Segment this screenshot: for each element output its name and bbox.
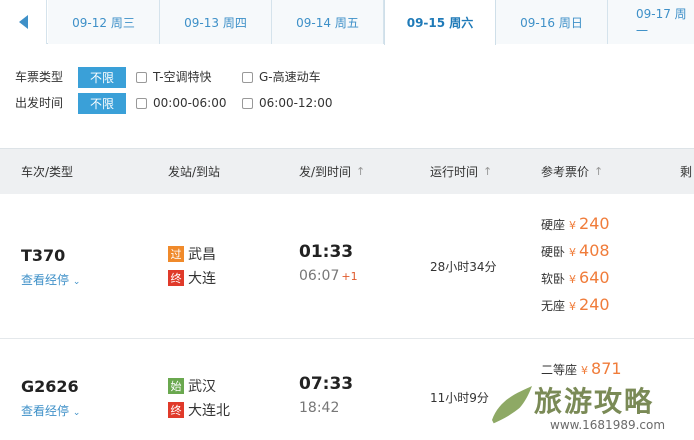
from-station: 始 武汉 <box>168 376 216 396</box>
checkbox-icon <box>136 97 147 109</box>
to-station: 终 大连 <box>168 268 216 288</box>
to-station: 终 大连北 <box>168 400 230 420</box>
train-number[interactable]: T370 <box>21 246 65 265</box>
col-remain-header: 剩 <box>680 165 693 179</box>
filter-time2-label: 06:00-12:00 <box>259 96 333 110</box>
checkbox-icon <box>242 97 253 109</box>
date-tab-0916[interactable]: 09-16 周日 <box>496 0 608 44</box>
sort-arrow-icon: ↑ <box>483 165 493 178</box>
end-badge: 终 <box>168 270 184 286</box>
price-item: 软卧 ¥640 <box>541 268 610 287</box>
train-number[interactable]: G2626 <box>21 377 79 396</box>
price-item: 二等座 ¥871 <box>541 359 622 378</box>
next-day-badge: +1 <box>341 270 358 283</box>
date-tab-0913[interactable]: 09-13 周四 <box>160 0 272 44</box>
ticket-type-all-chip[interactable]: 不限 <box>78 66 126 88</box>
run-duration: 28小时34分 <box>430 260 497 274</box>
col-duration-header[interactable]: 运行时间 ↑ <box>430 149 492 195</box>
ticket-type-filter: 车票类型 不限 T-空调特快 G-高速动车 <box>0 66 694 88</box>
depart-time-all-chip[interactable]: 不限 <box>78 92 126 114</box>
date-tab-0917[interactable]: 09-17 周一 <box>608 0 694 44</box>
from-station: 过 武昌 <box>168 244 216 264</box>
filter-g-checkbox[interactable]: G-高速动车 <box>242 66 321 88</box>
date-tab-0914[interactable]: 09-14 周五 <box>272 0 384 44</box>
price-item: 无座 ¥240 <box>541 295 610 314</box>
chevron-down-icon: ⌄ <box>72 408 81 418</box>
date-bar: 09-12 周三 09-13 周四 09-14 周五 09-15 周六 09-1… <box>0 0 694 45</box>
arrive-time: 18:42 <box>299 400 340 416</box>
price-item: 硬卧 ¥408 <box>541 241 610 260</box>
depart-time-label: 出发时间 <box>15 96 64 110</box>
filter-g-label: G-高速动车 <box>259 70 321 84</box>
depart-time: 01:33 <box>299 242 354 262</box>
col-price-header[interactable]: 参考票价 ↑ <box>541 149 603 195</box>
depart-time: 07:33 <box>299 374 354 394</box>
view-stops-link[interactable]: 查看经停 ⌄ <box>21 402 80 419</box>
run-duration: 11小时9分 <box>430 391 489 405</box>
filter-time1-label: 00:00-06:00 <box>153 96 227 110</box>
sort-arrow-icon: ↑ <box>356 165 366 178</box>
chevron-left-icon <box>18 15 28 29</box>
chevron-down-icon: ⌄ <box>72 277 81 287</box>
price-item: 硬座 ¥240 <box>541 214 610 233</box>
col-time-header[interactable]: 发/到时间 ↑ <box>299 149 365 195</box>
filter-time2-checkbox[interactable]: 06:00-12:00 <box>242 92 333 114</box>
table-row: G2626 查看经停 ⌄ 始 武汉 终 大连北 07:33 18:42 11小时… <box>0 338 694 440</box>
col-station-header: 发站/到站 <box>168 165 221 179</box>
col-train-header: 车次/类型 <box>21 165 74 179</box>
table-header: 车次/类型 发站/到站 发/到时间 ↑ 运行时间 ↑ 参考票价 ↑ 剩 <box>0 148 694 194</box>
filter-t-checkbox[interactable]: T-空调特快 <box>136 66 212 88</box>
end-badge: 终 <box>168 402 184 418</box>
table-row: T370 查看经停 ⌄ 过 武昌 终 大连 01:33 06:07 +1 28小时… <box>0 194 694 338</box>
checkbox-icon <box>242 71 253 83</box>
ticket-type-label: 车票类型 <box>15 70 64 84</box>
filter-time1-checkbox[interactable]: 00:00-06:00 <box>136 92 227 114</box>
checkbox-icon <box>136 71 147 83</box>
depart-time-filter: 出发时间 不限 00:00-06:00 06:00-12:00 <box>0 92 694 114</box>
view-stops-link[interactable]: 查看经停 ⌄ <box>21 271 80 288</box>
date-tab-0912[interactable]: 09-12 周三 <box>48 0 160 44</box>
sort-arrow-icon: ↑ <box>594 165 604 178</box>
prev-date-button[interactable] <box>0 0 47 44</box>
filter-t-label: T-空调特快 <box>153 70 212 84</box>
arrive-time: 06:07 +1 <box>299 268 358 284</box>
date-tab-0915[interactable]: 09-15 周六 <box>384 0 496 45</box>
start-badge: 始 <box>168 378 184 394</box>
pass-badge: 过 <box>168 246 184 262</box>
